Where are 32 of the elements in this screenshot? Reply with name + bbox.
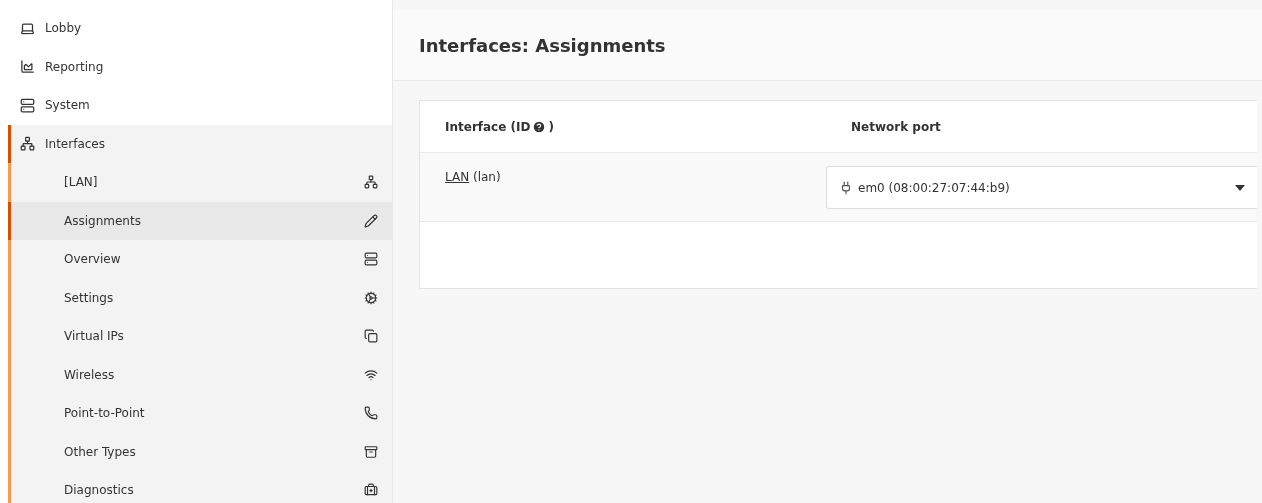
- wifi-icon: [364, 367, 378, 382]
- network-icon: [20, 136, 35, 152]
- sidebar-subitem[interactable]: Settings: [8, 278, 392, 317]
- server-icon: [20, 97, 35, 113]
- plug-icon: [839, 180, 853, 195]
- archive-icon: [364, 444, 378, 459]
- phone-icon: [364, 406, 378, 421]
- page-title: Interfaces: Assignments: [419, 34, 666, 56]
- copy-icon: [364, 329, 378, 344]
- sidebar-item[interactable]: Interfaces: [8, 124, 392, 163]
- sidebar-subitem[interactable]: Diagnostics: [8, 471, 392, 503]
- network-icon: [364, 175, 378, 190]
- interface-id: (lan): [473, 170, 501, 184]
- server-icon: [364, 252, 378, 267]
- column-header: Network port: [851, 119, 941, 134]
- sidebar-subitem[interactable]: Point-to-Point: [8, 394, 392, 433]
- area-chart-icon: [20, 59, 35, 75]
- medical-case-icon: [364, 483, 378, 498]
- caret-icon: [1235, 184, 1245, 191]
- sidebar-subitem[interactable]: Wireless: [8, 355, 392, 394]
- sidebar-subitem[interactable]: [LAN]: [8, 163, 392, 202]
- laptop-icon: [20, 20, 35, 36]
- port-select[interactable]: em0 (08:00:27:07:44:b9): [826, 166, 1257, 209]
- sidebar-subitem[interactable]: Assignments: [8, 201, 392, 240]
- sidebar-subitem[interactable]: Overview: [8, 240, 392, 279]
- sidebar-subitem[interactable]: Virtual IPs: [8, 317, 392, 356]
- column-header: ): [548, 119, 554, 134]
- column-header: Interface (ID: [445, 119, 531, 134]
- help-icon[interactable]: [532, 119, 547, 134]
- pencil-icon: [364, 213, 378, 228]
- interface-link[interactable]: LAN: [445, 170, 470, 184]
- sidebar-subitem[interactable]: Other Types: [8, 432, 392, 471]
